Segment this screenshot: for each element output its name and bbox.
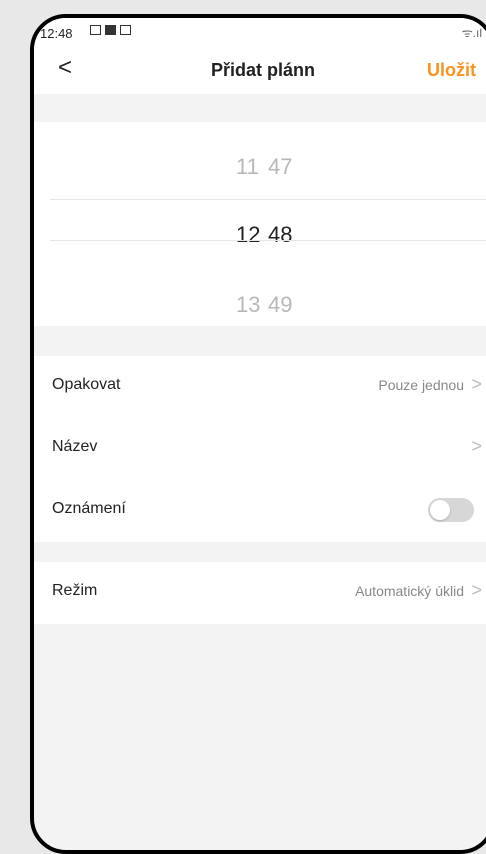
time-picker[interactable]: 11 47 12 48 13 49: [34, 122, 486, 326]
mode-value: Automatický úklid: [355, 583, 464, 599]
minute-value: 47: [268, 154, 293, 179]
spacer: [34, 542, 486, 562]
battery-notification-icon: [120, 25, 131, 35]
settings-list: Opakovat Pouze jednou > Název > Oznámení: [34, 356, 486, 542]
hour-value: 13: [236, 292, 261, 317]
app-notification-icon: [105, 25, 116, 35]
minute-value: 49: [268, 292, 293, 317]
status-bar: 12:48 ᯤ.ıl: [34, 18, 486, 44]
page-title: Přidat plánn: [210, 60, 315, 80]
mode-label: Režim: [52, 582, 98, 599]
picker-divider-top: [50, 199, 486, 200]
toggle-knob: [430, 500, 450, 520]
mode-list: Režim Automatický úklid >: [34, 562, 486, 624]
spacer: [34, 94, 486, 122]
minute-value: 48: [268, 222, 293, 247]
screen: 12:48 ᯤ.ıl < Přidat plánn Uložit 11 47 12…: [34, 18, 486, 850]
chevron-right-icon: >: [471, 436, 482, 456]
header: < Přidat plánn Uložit: [34, 44, 486, 94]
save-button[interactable]: Uložit: [427, 60, 476, 81]
name-row[interactable]: Název >: [34, 418, 486, 480]
hour-value: 12: [236, 222, 261, 247]
phone-frame: 12:48 ᯤ.ıl < Přidat plánn Uložit 11 47 12…: [30, 14, 486, 854]
notification-row: Oznámení: [34, 480, 486, 542]
picker-row-prev[interactable]: 11 47: [34, 154, 486, 194]
spacer: [34, 326, 486, 356]
name-label: Název: [52, 438, 98, 455]
repeat-label: Opakovat: [52, 376, 121, 393]
chevron-right-icon: >: [471, 374, 482, 394]
hour-value: 11: [236, 154, 259, 179]
picker-divider-bottom: [50, 240, 486, 241]
status-time: 12:48: [40, 26, 73, 41]
status-notification-icons: [90, 25, 131, 35]
repeat-value: Pouze jednou: [378, 377, 464, 393]
picker-row-selected[interactable]: 12 48: [34, 222, 486, 262]
notification-toggle[interactable]: [428, 498, 474, 522]
signal-wifi-icon: ᯤ.ıl: [461, 26, 482, 40]
repeat-row[interactable]: Opakovat Pouze jednou >: [34, 356, 486, 418]
notification-label: Oznámení: [52, 500, 126, 517]
mode-row[interactable]: Režim Automatický úklid >: [34, 562, 486, 624]
chevron-right-icon: >: [471, 580, 482, 600]
image-notification-icon: [90, 25, 101, 35]
